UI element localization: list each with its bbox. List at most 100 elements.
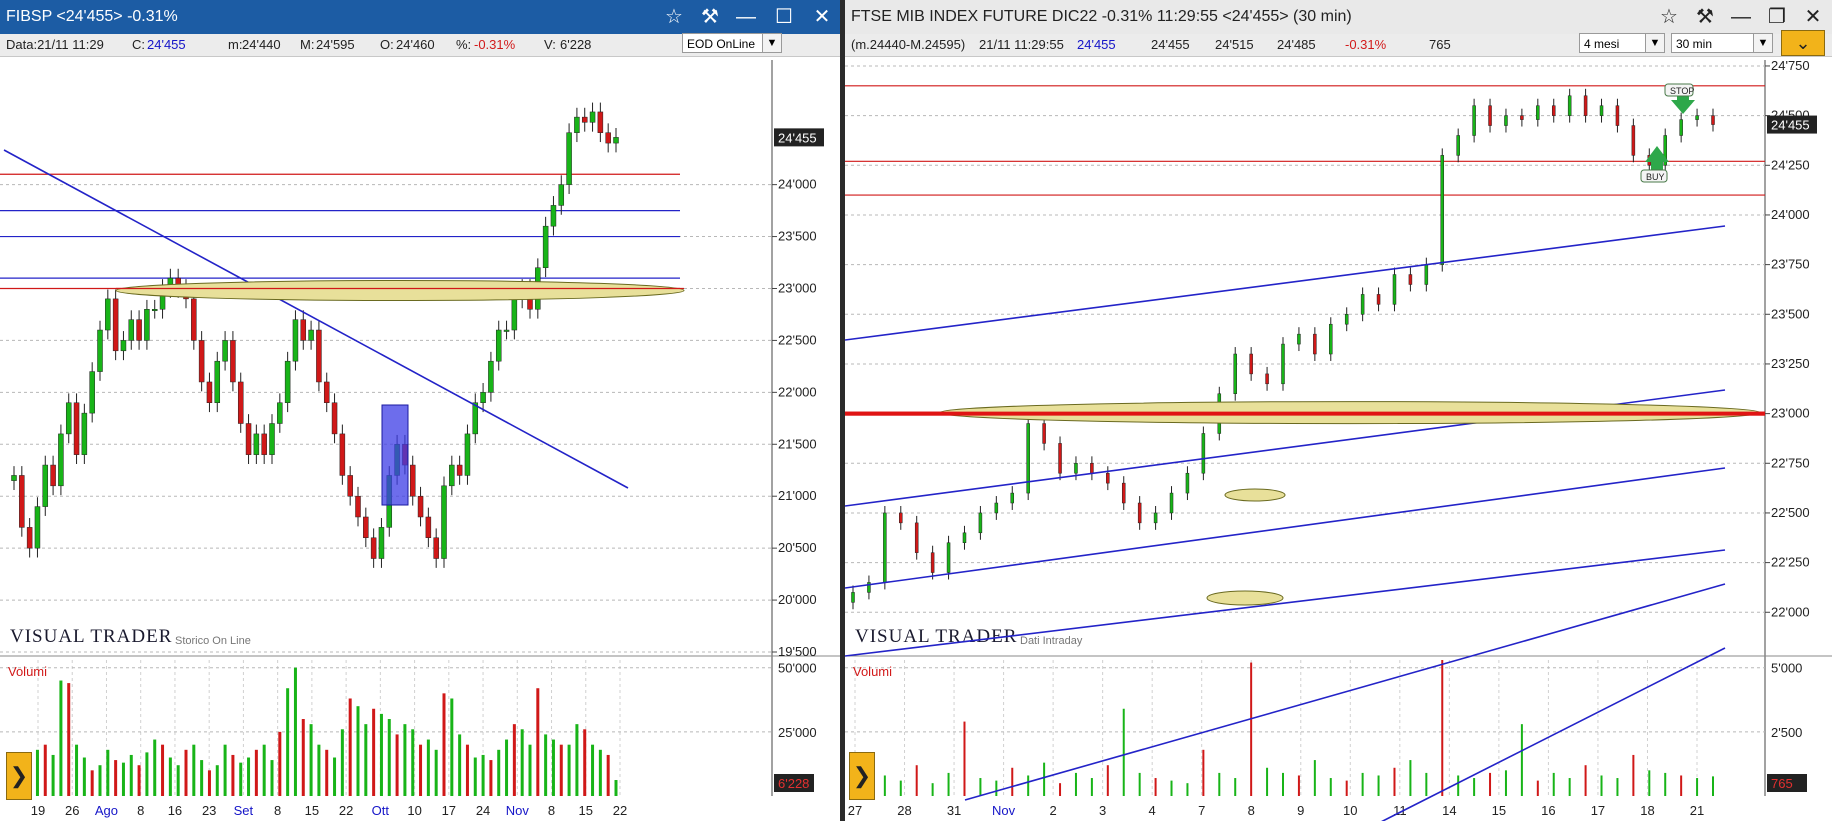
candle-body (331, 402, 338, 435)
time-tick-label: 16 (1541, 803, 1555, 818)
volume-bar (963, 721, 966, 796)
candle-body (1344, 314, 1349, 325)
volume-bar (465, 744, 469, 796)
volume-bar (145, 752, 149, 796)
candle-body (1360, 294, 1365, 315)
candle-body (962, 532, 967, 543)
candle-body (1631, 125, 1636, 156)
candle-body (480, 392, 486, 403)
volume-bar (200, 760, 204, 796)
candle-body (1058, 443, 1062, 474)
candle-body (597, 111, 604, 133)
right-scroll-nav-button[interactable]: ❯ (849, 752, 875, 800)
volume-bar (1154, 778, 1157, 796)
candle-body (914, 522, 919, 553)
last-volume-tag-label: 6'228 (778, 776, 809, 791)
candle-body (42, 464, 49, 507)
candle-body (589, 111, 596, 123)
candle-body (89, 371, 95, 414)
candle-body (1297, 333, 1301, 345)
time-tick-label: 17 (442, 803, 456, 818)
volume-bar (598, 749, 602, 796)
candle-body (1567, 95, 1572, 116)
candle-body (34, 506, 41, 549)
volume-bar (254, 749, 258, 796)
volume-bar (559, 744, 563, 796)
volume-tick-label: 5'000 (1771, 661, 1802, 676)
small-zone-ellipse (1224, 488, 1286, 502)
candle-body (1488, 105, 1492, 126)
candle-body (1042, 423, 1046, 444)
volume-bar (931, 783, 934, 796)
time-tick-label: 14 (1442, 803, 1456, 818)
time-tick-label: 21 (1690, 803, 1704, 818)
left-scroll-nav-button[interactable]: ❯ (6, 752, 32, 800)
left-chart-svg[interactable]: 24'000 23'500 23'000 22'500 22'000 21'500 21'0… (0, 0, 840, 821)
candle-body (472, 402, 479, 435)
volume-bar (947, 772, 950, 796)
volume-bar (591, 744, 595, 796)
brand-logo-text: VISUAL TRADER (855, 626, 1017, 647)
right-chart-svg[interactable]: 24'75024'50024'25024'00023'75023'50023'2… (845, 0, 1832, 821)
time-tick-label: Nov (992, 803, 1016, 818)
candle-body (370, 537, 377, 559)
volume-bar (481, 754, 485, 796)
volume-bar (1632, 754, 1635, 796)
time-tick-label: 31 (947, 803, 961, 818)
candle-body (1313, 333, 1317, 355)
time-tick-label: 22 (613, 803, 627, 818)
candle-body (883, 512, 887, 583)
candle-body (97, 329, 103, 372)
time-tick-label: 8 (137, 803, 144, 818)
candle-body (261, 433, 267, 455)
time-tick-label: 8 (274, 803, 281, 818)
volume-bar (1473, 778, 1476, 796)
volume-bar (450, 698, 454, 796)
volume-bar (505, 739, 509, 796)
candle-body (206, 381, 213, 403)
price-tick-label: 23'500 (1771, 306, 1810, 321)
candle-body (1504, 115, 1508, 126)
time-tick-label: 3 (1099, 803, 1106, 818)
volume-bar (1313, 760, 1316, 796)
volume-bar (979, 778, 982, 796)
candle-body (1090, 463, 1094, 474)
candle-body (253, 433, 260, 455)
volume-panel-label: Volumi (853, 664, 892, 679)
volume-bar (544, 734, 548, 796)
price-tick-label: 24'750 (1771, 58, 1810, 73)
candle-body (613, 137, 619, 144)
candle-body (191, 298, 197, 341)
time-tick-label: 26 (65, 803, 79, 818)
volume-bar (231, 754, 235, 796)
volume-bar (1122, 708, 1125, 796)
volume-bar (309, 724, 313, 796)
volume-bar (1138, 772, 1141, 796)
price-tick-label: 24'250 (1771, 157, 1810, 172)
volume-bar (395, 734, 399, 796)
volume-bar (442, 693, 446, 796)
volume-bar (1361, 772, 1364, 796)
stop-label: STOP (1670, 86, 1694, 96)
price-plot-area (845, 60, 1765, 652)
time-tick-label: 7 (1198, 803, 1205, 818)
candle-body (308, 329, 314, 341)
volume-tick-label: 50'000 (778, 661, 817, 676)
candle-body (456, 464, 463, 476)
volume-bar (458, 734, 462, 796)
price-tick-label: 22'000 (778, 384, 817, 399)
volume-bar (1218, 772, 1221, 796)
time-tick-label: Set (234, 803, 254, 818)
small-zone-ellipse (1206, 590, 1284, 606)
candle-body (441, 485, 447, 559)
volume-bar (403, 724, 407, 796)
volume-bar (340, 729, 344, 796)
volume-bar (419, 744, 423, 796)
volume-bar (333, 757, 337, 796)
volume-bar (1680, 775, 1683, 796)
time-tick-label: 8 (1248, 803, 1255, 818)
candle-body (198, 340, 205, 383)
candle-body (425, 516, 432, 539)
volume-bar (1329, 778, 1332, 796)
candle-body (323, 381, 330, 403)
